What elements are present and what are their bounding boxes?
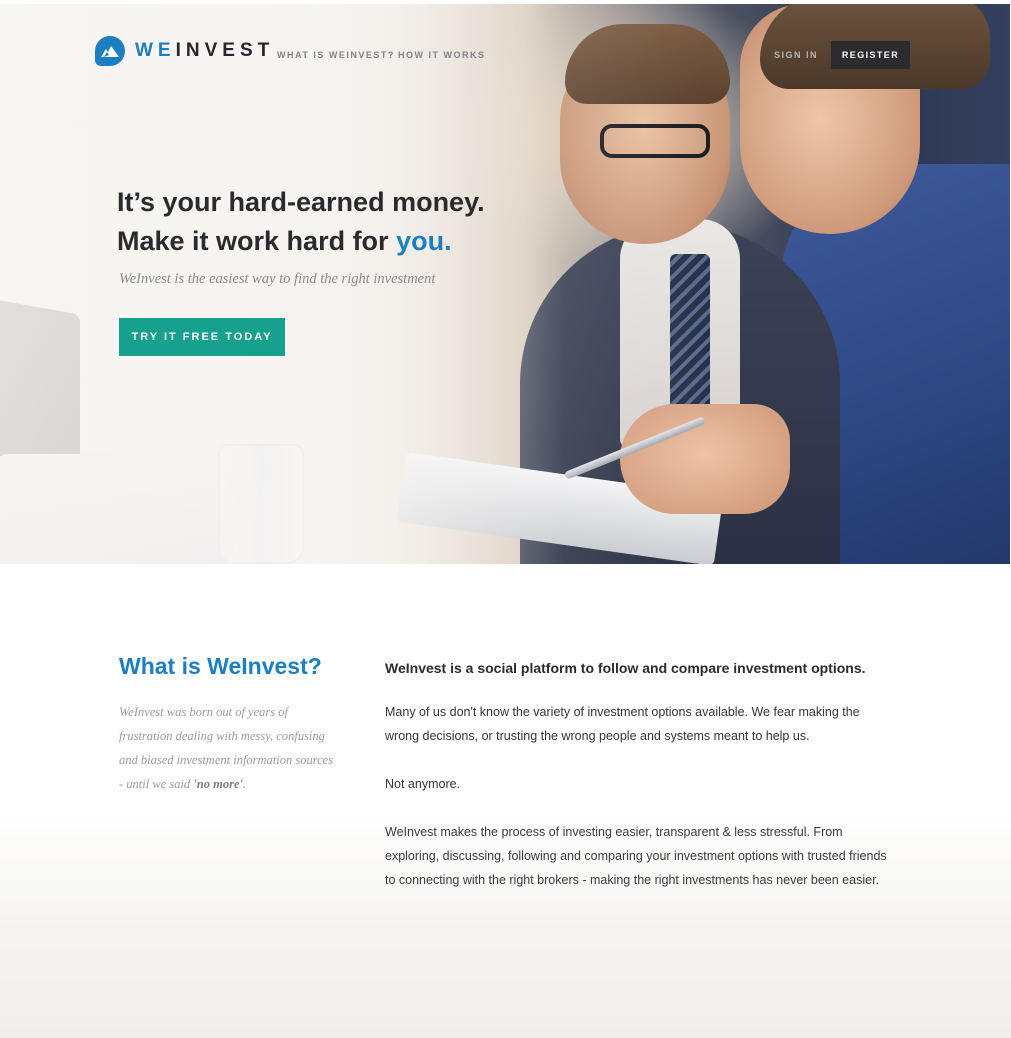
headline-line1: It’s your hard-earned money. bbox=[117, 187, 485, 217]
about-title: What is WeInvest? bbox=[119, 653, 322, 679]
hero-headline: It’s your hard-earned money. Make it wor… bbox=[117, 183, 485, 261]
logo-we: WE bbox=[135, 40, 176, 61]
top-navigation: WEINVEST WHAT IS WEINVEST? HOW IT WORKS … bbox=[0, 0, 1011, 100]
about-paragraph-3: WeInvest makes the process of investing … bbox=[385, 825, 887, 887]
headline-accent: you. bbox=[396, 226, 452, 256]
headline-line2: Make it work hard for bbox=[117, 226, 397, 256]
logo-invest: INVEST bbox=[175, 40, 275, 61]
about-intro-bold: 'no more' bbox=[193, 777, 243, 791]
about-intro: WeInvest was born out of years of frustr… bbox=[119, 700, 339, 796]
about-paragraph-1: Many of us don't know the variety of inv… bbox=[385, 705, 860, 743]
about-paragraph-2: Not anymore. bbox=[385, 777, 461, 791]
try-it-free-button[interactable]: TRY IT FREE TODAY bbox=[119, 318, 285, 356]
about-lead: WeInvest is a social platform to follow … bbox=[385, 660, 866, 676]
about-section: What is WeInvest? WeInvest was born out … bbox=[0, 564, 1011, 1038]
weinvest-logo[interactable]: WEINVEST bbox=[95, 36, 274, 66]
register-button[interactable]: REGISTER bbox=[831, 41, 910, 69]
hero-tagline: WeInvest is the easiest way to find the … bbox=[119, 271, 436, 287]
sign-in-link[interactable]: SIGN IN bbox=[774, 50, 818, 60]
nav-link-how-it-works[interactable]: HOW IT WORKS bbox=[398, 50, 486, 60]
mountain-logo-icon bbox=[95, 36, 125, 66]
logo-wordmark: WEINVEST bbox=[135, 40, 274, 62]
nav-link-what-is-weinvest[interactable]: WHAT IS WEINVEST? bbox=[277, 50, 395, 60]
about-intro-end: . bbox=[242, 777, 247, 791]
